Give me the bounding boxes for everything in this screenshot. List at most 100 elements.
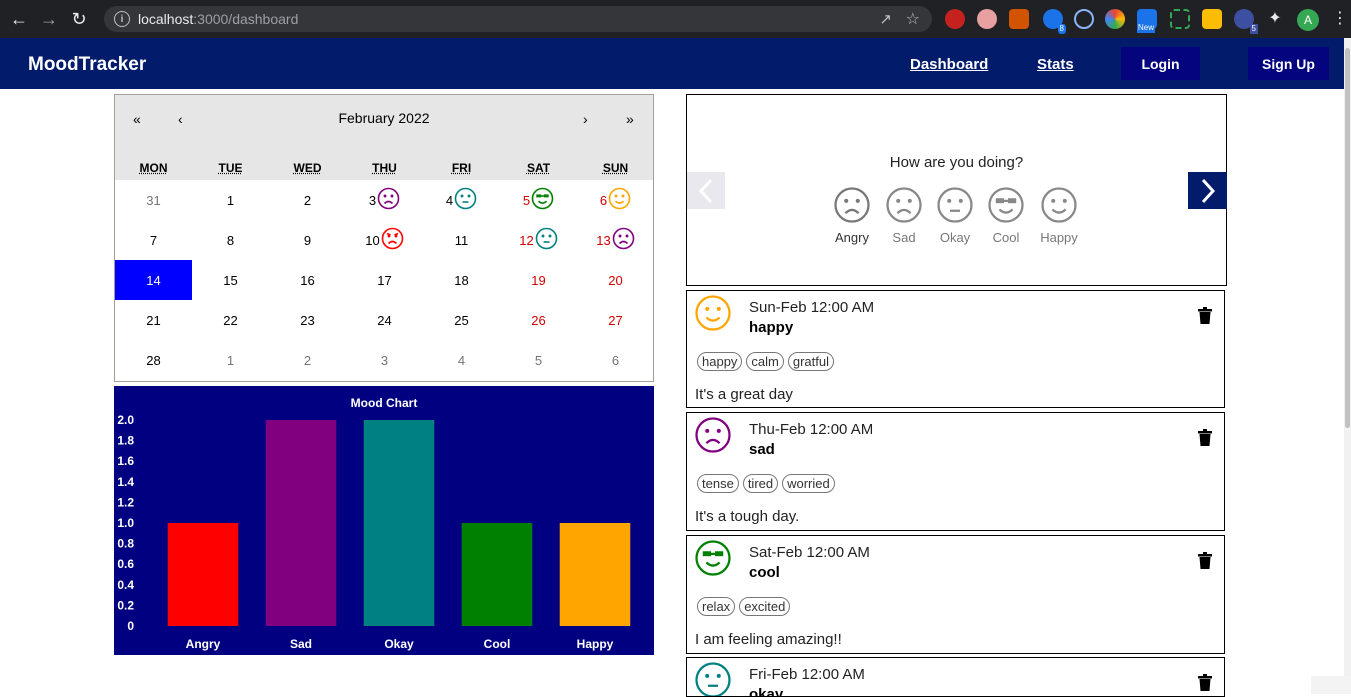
site-info-icon[interactable]: i <box>114 11 130 27</box>
calendar-day[interactable]: 5 <box>500 180 577 220</box>
extension-crop-icon[interactable] <box>1170 9 1190 29</box>
brand-logo[interactable]: MoodTracker <box>28 54 146 76</box>
entry-tag[interactable]: gratful <box>787 352 835 371</box>
calendar-day[interactable]: 16 <box>269 260 346 300</box>
calendar-day[interactable]: 6 <box>577 340 654 380</box>
signup-button[interactable]: Sign Up <box>1248 47 1329 80</box>
calendar-month-label[interactable]: February 2022 <box>115 110 653 126</box>
calendar-day[interactable]: 9 <box>269 220 346 260</box>
calendar-day[interactable]: 21 <box>115 300 192 340</box>
nav-link-stats[interactable]: Stats <box>1037 56 1074 73</box>
okay-face-icon <box>535 227 558 250</box>
carousel-prev-button[interactable] <box>687 172 725 209</box>
calendar-day[interactable]: 1 <box>192 180 269 220</box>
sad-face-icon <box>612 227 635 250</box>
calendar-day-number: 10 <box>365 232 380 248</box>
reload-icon[interactable]: ↻ <box>68 8 90 30</box>
calendar-day[interactable]: 12 <box>500 220 577 260</box>
mood-option-okay[interactable]: Okay <box>930 187 980 245</box>
calendar-day[interactable]: 8 <box>192 220 269 260</box>
calendar-day-number: 3 <box>380 352 389 368</box>
calendar-day[interactable]: 13 <box>577 220 654 260</box>
entry-tag[interactable]: calm <box>746 352 784 371</box>
extension-color-icon[interactable] <box>1105 9 1125 29</box>
calendar-day[interactable]: 3 <box>346 340 423 380</box>
scrollbar-thumb[interactable] <box>1345 48 1350 428</box>
calendar-day[interactable]: 2 <box>269 180 346 220</box>
calendar-day[interactable]: 23 <box>269 300 346 340</box>
entry-tag[interactable]: tense <box>697 474 739 493</box>
entry-tag[interactable]: happy <box>697 352 743 371</box>
login-button[interactable]: Login <box>1121 47 1200 80</box>
url-text: localhost:3000/dashboard <box>138 11 299 27</box>
chart-ytick: 1.8 <box>117 434 134 448</box>
calendar-day[interactable]: 27 <box>577 300 654 340</box>
back-icon[interactable]: ← <box>8 8 30 30</box>
calendar-day[interactable]: 26 <box>500 300 577 340</box>
entry-tag[interactable]: tired <box>742 474 779 493</box>
profile-avatar[interactable]: A <box>1297 9 1319 31</box>
cool-face-icon <box>531 187 554 210</box>
calendar-day[interactable]: 15 <box>192 260 269 300</box>
calendar-day-number: 25 <box>454 312 469 328</box>
entry-tag[interactable]: worried <box>782 474 835 493</box>
calendar-day[interactable]: 18 <box>423 260 500 300</box>
calendar-day[interactable]: 11 <box>423 220 500 260</box>
calendar-day[interactable]: 5 <box>500 340 577 380</box>
calendar-day[interactable]: 10 <box>346 220 423 260</box>
chart-bar-happy[interactable] <box>559 523 631 626</box>
bookmark-star-icon[interactable]: ☆ <box>906 9 920 29</box>
calendar-next-month-button[interactable]: › <box>583 111 588 127</box>
calendar-day[interactable]: 19 <box>500 260 577 300</box>
calendar-day[interactable]: 24 <box>346 300 423 340</box>
calendar-day-number: 5 <box>534 352 543 368</box>
extension-puzzle-red-icon[interactable] <box>1009 9 1029 29</box>
calendar-day[interactable]: 31 <box>115 180 192 220</box>
extension-new-icon[interactable]: New <box>1137 9 1157 33</box>
mood-option-happy[interactable]: Happy <box>1034 187 1084 245</box>
carousel-next-button[interactable] <box>1188 172 1227 209</box>
page-scrollbar[interactable] <box>1344 38 1351 694</box>
menu-kebab-icon[interactable]: ⋮ <box>1332 9 1348 29</box>
chart-bar-okay[interactable] <box>363 420 435 626</box>
chart-bar-angry[interactable] <box>167 523 239 626</box>
forward-icon[interactable]: → <box>38 8 60 30</box>
calendar-day[interactable]: 17 <box>346 260 423 300</box>
mood-option-sad[interactable]: Sad <box>879 187 929 245</box>
share-icon[interactable]: ↗ <box>879 10 892 28</box>
nav-link-dashboard[interactable]: Dashboard <box>910 56 988 73</box>
trash-icon[interactable] <box>1198 307 1212 329</box>
weekday-sat: SAT <box>526 161 551 175</box>
extension-note-icon[interactable] <box>1202 9 1222 29</box>
extension-target-icon[interactable] <box>1074 9 1094 29</box>
extension-shield-icon[interactable] <box>945 9 965 29</box>
trash-icon[interactable] <box>1198 429 1212 451</box>
chart-bar-cool[interactable] <box>461 523 533 626</box>
calendar-day[interactable]: 3 <box>346 180 423 220</box>
calendar-next-year-button[interactable]: » <box>626 111 634 127</box>
calendar-day[interactable]: 20 <box>577 260 654 300</box>
address-bar[interactable]: i localhost:3000/dashboard ↗ ☆ <box>104 6 932 32</box>
calendar-day[interactable]: 7 <box>115 220 192 260</box>
trash-icon[interactable] <box>1198 552 1212 574</box>
calendar-day-number: 2 <box>303 352 312 368</box>
extension-face-icon[interactable] <box>977 9 997 29</box>
trash-icon[interactable] <box>1198 674 1212 696</box>
calendar-day[interactable]: 2 <box>269 340 346 380</box>
calendar-day[interactable]: 28 <box>115 340 192 380</box>
chart-bar-sad[interactable] <box>265 420 337 626</box>
calendar-day[interactable]: 14 <box>115 260 192 300</box>
calendar-day[interactable]: 1 <box>192 340 269 380</box>
calendar-day[interactable]: 25 <box>423 300 500 340</box>
mood-option-angry[interactable]: Angry <box>827 187 877 245</box>
entry-tag[interactable]: excited <box>739 597 791 616</box>
entry-tag[interactable]: relax <box>697 597 736 616</box>
extension-badge-icon[interactable]: 8 <box>1043 9 1066 34</box>
extensions-puzzle-icon[interactable]: ✦ <box>1265 9 1285 29</box>
calendar-day[interactable]: 4 <box>423 340 500 380</box>
calendar-day[interactable]: 22 <box>192 300 269 340</box>
extension-hat-icon[interactable]: 5 <box>1234 9 1258 34</box>
mood-option-cool[interactable]: Cool <box>981 187 1031 245</box>
calendar-day[interactable]: 6 <box>577 180 654 220</box>
calendar-day[interactable]: 4 <box>423 180 500 220</box>
